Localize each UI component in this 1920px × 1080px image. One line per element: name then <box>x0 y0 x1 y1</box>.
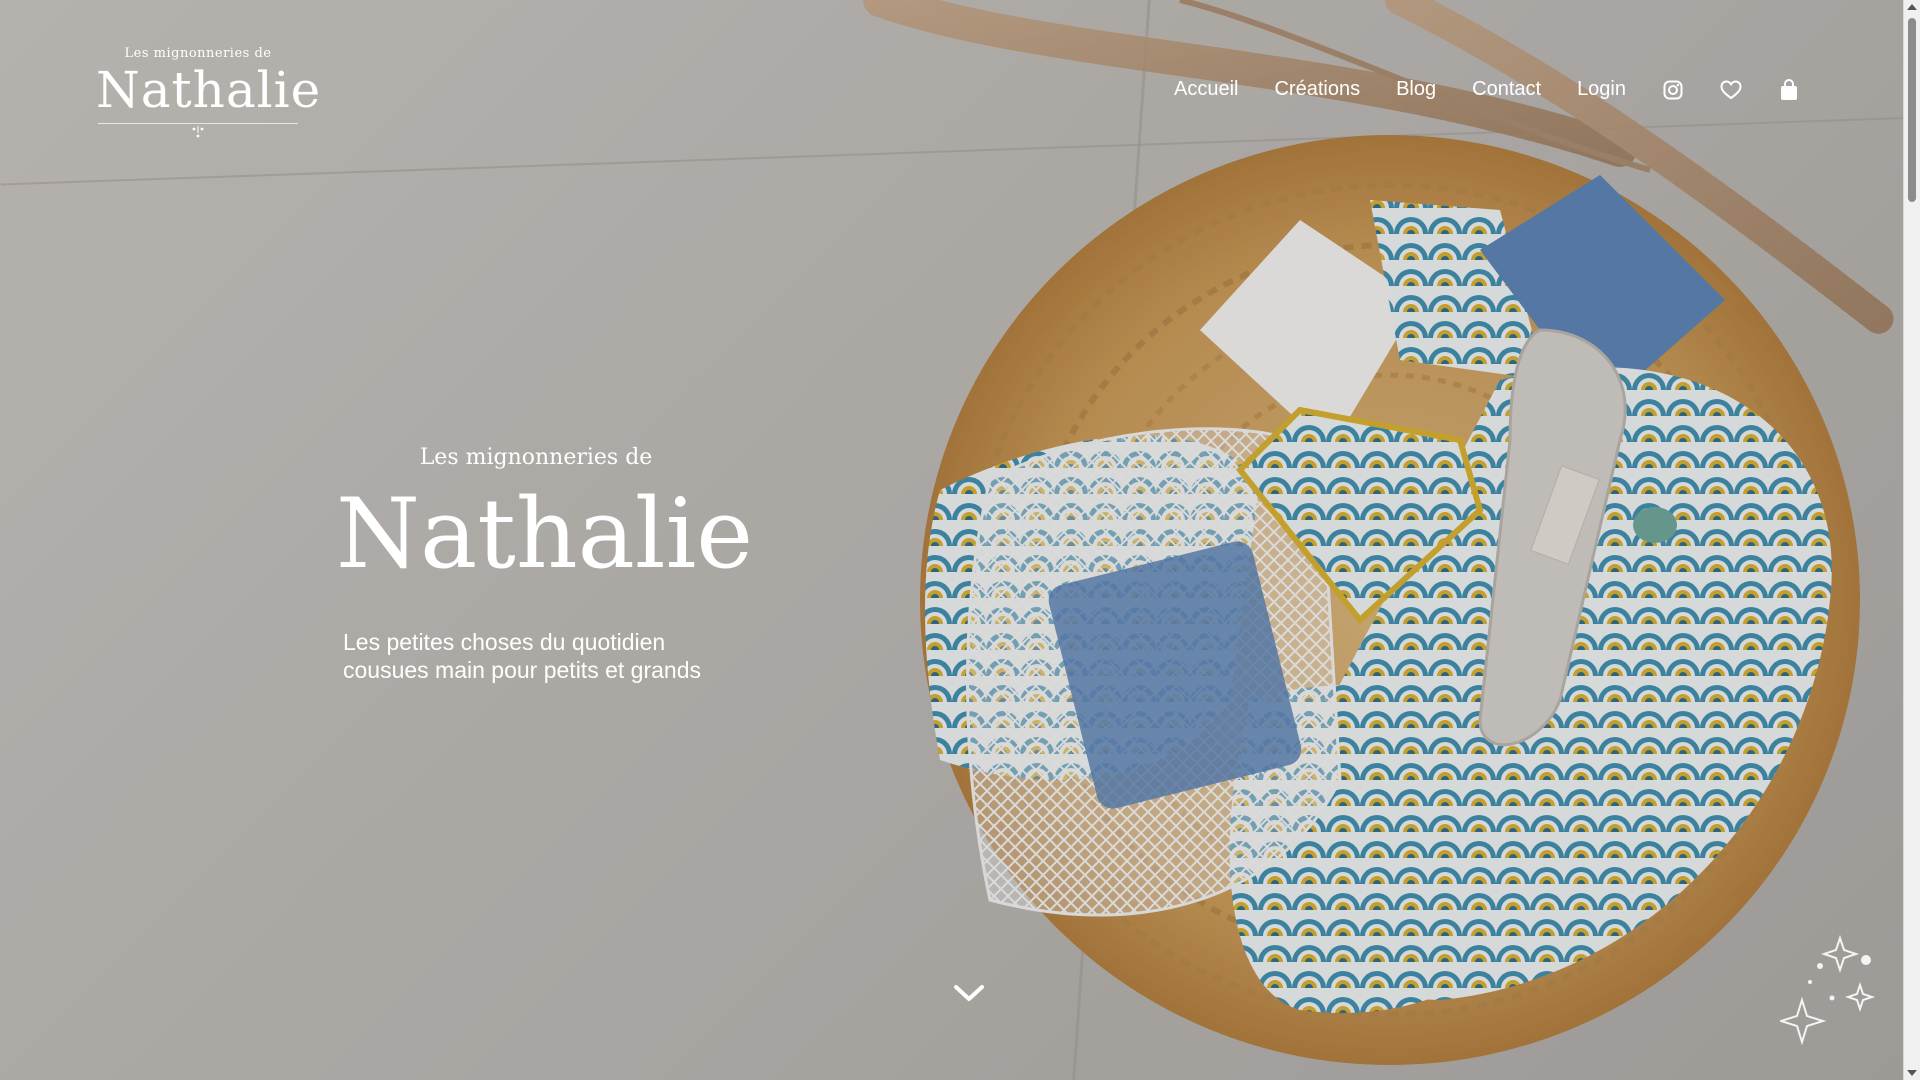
scroll-down-chevron-icon[interactable] <box>952 982 986 1004</box>
scroll-up-arrow-icon[interactable] <box>1907 4 1917 10</box>
hero-section: Les mignonneries de Nathalie Accueil Cré… <box>0 0 1920 1080</box>
nav-contact[interactable]: Contact <box>1472 78 1541 101</box>
hero-product-photo <box>0 0 1920 1080</box>
nav-login[interactable]: Login <box>1577 78 1626 101</box>
shopping-bag-icon[interactable] <box>1778 78 1800 101</box>
hero-subtitle: Les mignonneries de <box>419 445 653 470</box>
logo-title: Nathalie <box>96 61 322 119</box>
hero-heading: Les mignonneries de Nathalie <box>336 445 754 594</box>
scroll-down-arrow-icon[interactable] <box>1907 1070 1917 1076</box>
sparkles-decoration-icon <box>1780 934 1876 1046</box>
hero-title: Nathalie <box>336 478 754 590</box>
nav-accueil[interactable]: Accueil <box>1174 78 1238 101</box>
scrollbar-thumb[interactable] <box>1908 18 1916 202</box>
nav-blog[interactable]: Blog <box>1396 78 1436 101</box>
heart-icon[interactable] <box>1720 79 1742 101</box>
main-nav: Accueil Créations Blog Contact Login <box>1174 78 1800 101</box>
logo-subtitle: Les mignonneries de <box>124 46 272 61</box>
instagram-icon[interactable] <box>1662 79 1684 101</box>
hero-tagline: Les petites choses du quotidien cousues … <box>343 628 701 684</box>
hero-tagline-line-2: cousues main pour petits et grands <box>343 657 701 683</box>
logo-ornament-icon <box>96 124 300 143</box>
page-scrollbar[interactable] <box>1903 0 1920 1080</box>
site-logo[interactable]: Les mignonneries de Nathalie <box>96 46 322 143</box>
hero-tagline-line-1: Les petites choses du quotidien <box>343 629 666 655</box>
nav-creations[interactable]: Créations <box>1274 78 1360 101</box>
